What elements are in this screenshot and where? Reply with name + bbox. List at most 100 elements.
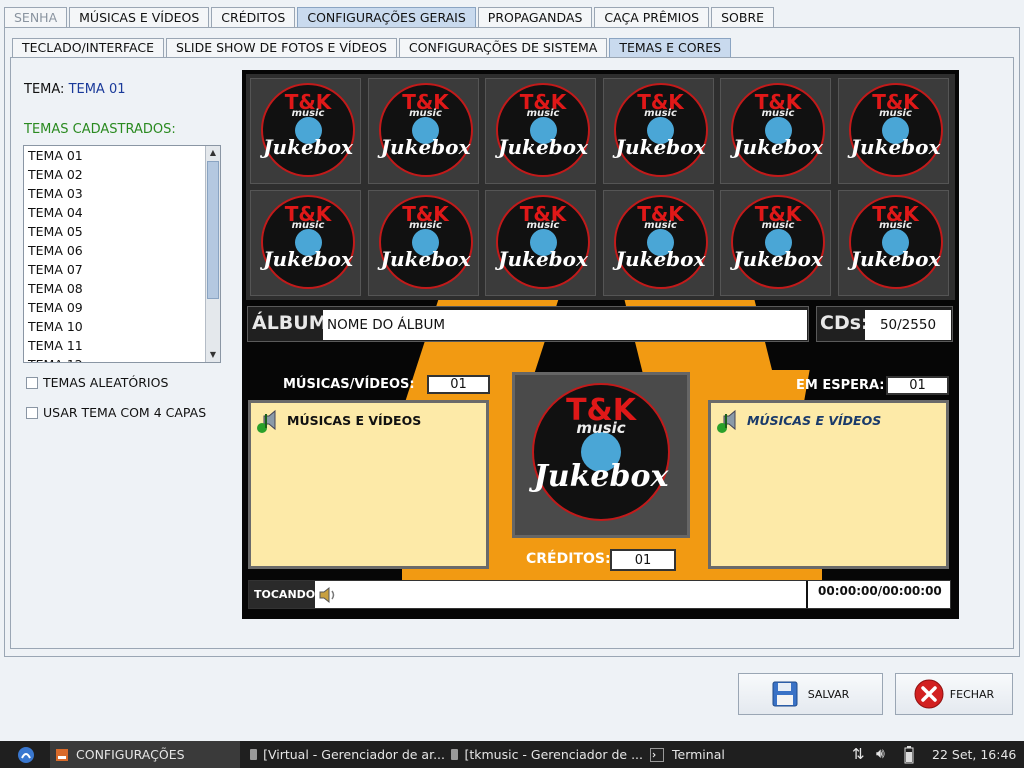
taskbar-item-terminal[interactable]: Terminal xyxy=(650,741,760,768)
theme-preview: T&K music Jukebox T&K music Jukebox T&K music Ju… xyxy=(242,70,959,619)
four-covers-checkbox[interactable]: USAR TEMA COM 4 CAPAS xyxy=(26,405,206,420)
tk-jukebox-logo: T&K music Jukebox xyxy=(496,195,590,289)
album-cover: T&K music Jukebox xyxy=(485,190,596,296)
list-item[interactable]: TEMA 06 xyxy=(24,241,220,260)
list-item[interactable]: TEMA 02 xyxy=(24,165,220,184)
tab-configuracoes-sistema[interactable]: CONFIGURAÇÕES DE SISTEMA xyxy=(398,38,608,57)
now-playing-label: TOCANDO: xyxy=(249,581,320,608)
close-button[interactable]: FECHAR xyxy=(895,673,1013,715)
list-item[interactable]: TEMA 12 xyxy=(24,355,220,362)
waiting-label: EM ESPERA: xyxy=(796,378,885,393)
album-cover: T&K music Jukebox xyxy=(485,78,596,184)
album-cover: T&K music Jukebox xyxy=(367,190,479,296)
tab-caca-premios[interactable]: CAÇA PRÊMIOS xyxy=(594,7,710,27)
tk-jukebox-logo: T&K music Jukebox xyxy=(261,195,355,289)
taskbar-item-file-manager-virtual[interactable]: [Virtual - Gerenciador de ar... xyxy=(250,741,445,768)
registered-themes-label: TEMAS CADASTRADOS: xyxy=(24,122,176,137)
tk-jukebox-logo: T&K music Jukebox xyxy=(731,83,825,177)
taskbar-item-configuracoes[interactable]: CONFIGURAÇÕES xyxy=(50,741,240,768)
start-menu-icon[interactable] xyxy=(16,741,40,768)
random-themes-checkbox[interactable]: TEMAS ALEATÓRIOS xyxy=(26,375,168,390)
speaker-note-icon xyxy=(717,409,736,433)
tab-musicas-videos[interactable]: MÚSICAS E VÍDEOS xyxy=(69,7,210,27)
album-cover: T&K music Jukebox xyxy=(837,78,949,184)
tk-jukebox-logo: T&K music Jukebox xyxy=(496,83,590,177)
list-item[interactable]: TEMA 07 xyxy=(24,260,220,279)
themes-list-scrollbar[interactable]: ▲ ▼ xyxy=(205,146,220,362)
speaker-icon xyxy=(319,586,335,604)
java-icon xyxy=(56,748,68,761)
random-themes-label: TEMAS ALEATÓRIOS xyxy=(43,375,169,390)
network-icon[interactable]: ⇅ xyxy=(852,741,872,768)
tab-sobre[interactable]: SOBRE xyxy=(711,7,775,27)
album-cover: T&K music Jukebox xyxy=(250,190,361,296)
taskbar-item-file-manager-tkmusic[interactable]: [tkmusic - Gerenciador de ... xyxy=(451,741,643,768)
battery-icon[interactable] xyxy=(904,741,918,768)
now-playing-bar: TOCANDO: 00:00:00/00:00:00 xyxy=(248,580,951,609)
album-cover: T&K music Jukebox xyxy=(602,190,714,296)
scroll-down-icon[interactable]: ▼ xyxy=(206,348,220,362)
clock[interactable]: 22 Set, 16:46 xyxy=(932,741,1022,768)
themes-list[interactable]: TEMA 01 TEMA 02 TEMA 03 TEMA 04 TEMA 05 TEMA … xyxy=(23,145,221,363)
album-cover-grid: T&K music Jukebox T&K music Jukebox T&K music Ju… xyxy=(246,74,955,300)
sub-tab-bar: TECLADO/INTERFACE SLIDE SHOW DE FOTOS E … xyxy=(12,38,733,57)
album-cover: T&K music Jukebox xyxy=(250,78,361,184)
credits-count: 01 xyxy=(610,549,676,571)
tk-jukebox-logo: T&K music Jukebox xyxy=(848,195,943,289)
close-icon xyxy=(914,679,944,709)
album-name-field: NOME DO ÁLBUM xyxy=(323,310,807,340)
songs-videos-label: MÚSICAS/VÍDEOS: xyxy=(283,377,415,392)
taskbar-item-label: CONFIGURAÇÕES xyxy=(76,747,185,762)
current-theme-label: TEMA: xyxy=(24,82,65,97)
save-button[interactable]: SALVAR xyxy=(738,673,883,715)
scroll-up-icon[interactable]: ▲ xyxy=(206,146,220,160)
scroll-thumb[interactable] xyxy=(207,161,219,299)
tk-jukebox-logo: T&K music Jukebox xyxy=(613,83,708,177)
tab-senha[interactable]: SENHA xyxy=(4,7,68,27)
tab-propagandas[interactable]: PROPAGANDAS xyxy=(477,7,593,27)
waiting-count: 01 xyxy=(886,376,949,395)
close-button-label: FECHAR xyxy=(949,687,995,701)
list-item[interactable]: TEMA 11 xyxy=(24,336,220,355)
checkbox-box[interactable] xyxy=(26,376,38,389)
tab-configuracoes-gerais[interactable]: CONFIGURAÇÕES GERAIS xyxy=(297,7,476,27)
tk-jukebox-logo: T&K music Jukebox xyxy=(261,83,355,177)
tk-jukebox-logo: T&K music Jukebox xyxy=(378,83,473,177)
songs-videos-count: 01 xyxy=(427,375,490,394)
main-tab-bar: SENHA MÚSICAS E VÍDEOS CRÉDITOS CONFIGUR… xyxy=(4,7,776,27)
tab-teclado-interface[interactable]: TECLADO/INTERFACE xyxy=(12,38,164,57)
speaker-note-icon xyxy=(257,409,276,433)
playback-time: 00:00:00/00:00:00 xyxy=(806,581,950,608)
terminal-icon xyxy=(650,747,664,762)
tk-jukebox-logo: T&K music Jukebox xyxy=(378,195,473,289)
list-item[interactable]: TEMA 04 xyxy=(24,203,220,222)
list-item[interactable]: TEMA 03 xyxy=(24,184,220,203)
floppy-disk-icon xyxy=(772,681,798,707)
list-item[interactable]: TEMA 05 xyxy=(24,222,220,241)
folder-icon xyxy=(250,749,258,760)
taskbar-item-label: Terminal xyxy=(672,747,725,762)
current-theme: TEMA: TEMA 01 xyxy=(24,82,126,97)
four-covers-label: USAR TEMA COM 4 CAPAS xyxy=(43,405,207,420)
album-bar: ÁLBUM: NOME DO ÁLBUM xyxy=(247,306,809,342)
tab-temas-cores[interactable]: TEMAS E CORES xyxy=(609,38,732,57)
tab-slide-show[interactable]: SLIDE SHOW DE FOTOS E VÍDEOS xyxy=(166,38,397,57)
folder-icon xyxy=(451,749,459,760)
volume-icon[interactable]: 🔊︎ xyxy=(876,741,898,768)
songs-panel-left: MÚSICAS E VÍDEOS xyxy=(248,400,489,569)
cds-bar: CDs: 50/2550 xyxy=(816,306,953,342)
songs-panel-right-title: MÚSICAS E VÍDEOS xyxy=(747,413,882,428)
tk-jukebox-logo: T&K music Jukebox xyxy=(613,195,708,289)
songs-panel-left-title: MÚSICAS E VÍDEOS xyxy=(287,413,422,428)
list-item[interactable]: TEMA 01 xyxy=(24,146,220,165)
list-item[interactable]: TEMA 08 xyxy=(24,279,220,298)
checkbox-box[interactable] xyxy=(26,406,38,419)
center-album-cover: T&K music Jukebox xyxy=(512,372,690,538)
taskbar: CONFIGURAÇÕES [Virtual - Gerenciador de … xyxy=(0,741,1024,768)
credits-label: CRÉDITOS: xyxy=(526,551,611,567)
list-item[interactable]: TEMA 10 xyxy=(24,317,220,336)
songs-panel-right: MÚSICAS E VÍDEOS xyxy=(708,400,949,569)
list-item[interactable]: TEMA 09 xyxy=(24,298,220,317)
tab-creditos[interactable]: CRÉDITOS xyxy=(211,7,296,27)
album-cover: T&K music Jukebox xyxy=(720,78,831,184)
